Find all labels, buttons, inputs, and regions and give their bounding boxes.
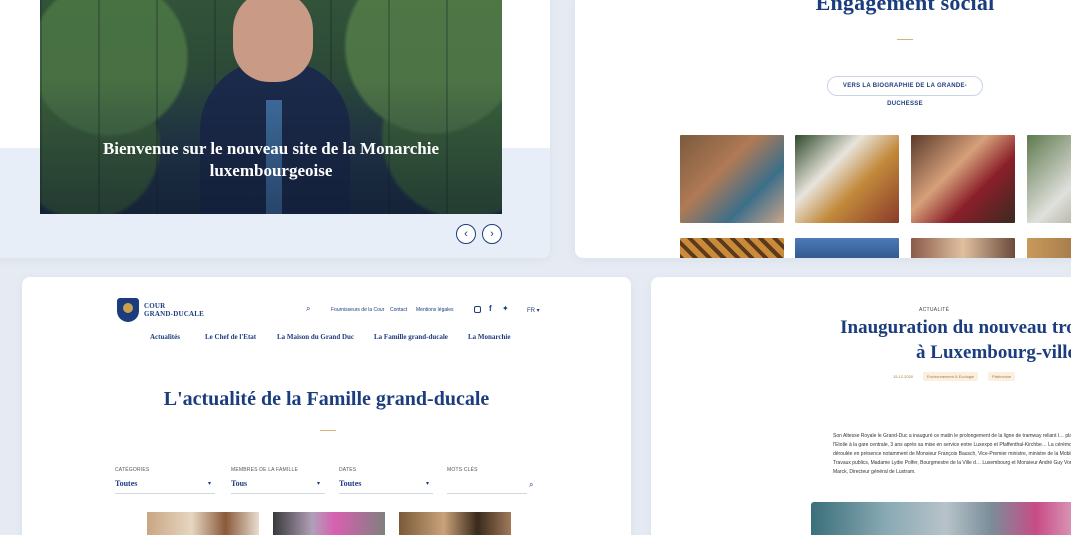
search-icon[interactable]: ⌕ <box>306 304 310 314</box>
nav-item-maison[interactable]: La Maison du Grand Duc <box>277 333 354 341</box>
chevron-down-icon[interactable]: ▾ <box>426 480 429 487</box>
nav-item-monarchie[interactable]: La Monarchie <box>468 333 510 341</box>
logo-line-1: COUR <box>144 302 166 310</box>
hero-card: Bienvenue sur le nouveau site de la Mona… <box>0 0 550 258</box>
chevron-down-icon[interactable]: ▾ <box>317 480 320 487</box>
filter-underline <box>115 493 215 494</box>
gallery-photo[interactable] <box>911 238 1015 258</box>
chevron-down-icon: ▾ <box>536 308 540 314</box>
filter-underline <box>231 493 325 494</box>
article-title-line-2: à Luxembourg-ville <box>916 342 1071 363</box>
instagram-icon[interactable] <box>474 306 481 313</box>
crest-logo-icon[interactable] <box>117 298 139 322</box>
title-divider <box>320 430 336 431</box>
article-card: ACTUALITÉ Inauguration du nouveau tronço… <box>651 277 1071 535</box>
chevron-down-icon[interactable]: ▾ <box>208 480 211 487</box>
article-image <box>811 502 1071 535</box>
filter-select-categories[interactable]: Toutes <box>115 479 137 488</box>
gallery-photo[interactable] <box>680 238 784 258</box>
nav-item-actualites[interactable]: Actualités <box>150 333 180 341</box>
language-label: FR <box>527 308 535 314</box>
gallery-photo[interactable] <box>795 135 899 223</box>
section-title: Engagement social <box>815 0 995 15</box>
article-title-line-1: Inauguration du nouveau tronçon du t <box>840 317 1071 338</box>
util-link-legal[interactable]: Mentions légales <box>416 307 454 313</box>
search-label: MOTS CLÉS <box>447 467 478 473</box>
page-title: L'actualité de la Famille grand-ducale <box>163 388 490 410</box>
facebook-icon[interactable]: f <box>489 304 492 313</box>
gallery-photo[interactable] <box>911 135 1015 223</box>
twitter-icon[interactable]: ✦ <box>502 304 509 313</box>
filter-underline <box>447 493 527 494</box>
article-date: 15.12.2020 <box>893 374 914 379</box>
gallery-photo[interactable] <box>680 135 784 223</box>
tag-environment[interactable]: Environnement & Ecologie <box>923 372 979 381</box>
util-link-suppliers[interactable]: Fournisseurs de la Cour <box>331 307 384 313</box>
news-thumbnail[interactable] <box>273 512 385 535</box>
filter-select-members[interactable]: Tous <box>231 479 247 488</box>
article-title: Inauguration du nouveau tronçon du t à L… <box>771 315 1071 365</box>
logo-line-2: GRAND-DUCALE <box>144 310 204 318</box>
tag-heritage[interactable]: Patrimoine <box>988 372 1016 381</box>
util-link-contact[interactable]: Contact <box>390 307 407 313</box>
article-body: Son Altesse Royale le Grand-Duc a inaugu… <box>833 433 1071 475</box>
news-card: COUR GRAND-DUCALE ⌕ Fournisseurs de la C… <box>22 277 631 535</box>
gallery-photo[interactable] <box>795 238 899 258</box>
filter-label-members: MEMBRES DE LA FAMILLE <box>231 467 298 473</box>
chevron-right-icon[interactable]: › <box>482 224 502 244</box>
news-thumbnail[interactable] <box>147 512 259 535</box>
keyword-search-input[interactable] <box>447 477 527 491</box>
language-selector[interactable]: FR ▾ <box>527 307 540 314</box>
gallery-photo[interactable] <box>1027 238 1071 258</box>
nav-item-famille[interactable]: La Famille grand-ducale <box>374 333 448 341</box>
logo-text[interactable]: COUR GRAND-DUCALE <box>144 302 204 318</box>
social-card: Engagement social VERS LA BIOGRAPHIE DE … <box>575 0 1071 258</box>
article-kicker: ACTUALITÉ <box>919 307 950 313</box>
biography-button[interactable]: VERS LA BIOGRAPHIE DE LA GRANDE-DUCHESSE <box>827 76 983 107</box>
filter-underline <box>339 493 433 494</box>
title-divider <box>897 39 913 40</box>
search-icon[interactable]: ⌕ <box>529 480 533 490</box>
hero-caption: Bienvenue sur le nouveau site de la Mona… <box>102 139 440 180</box>
filter-label-dates: DATES <box>339 467 357 473</box>
nav-item-chef-etat[interactable]: Le Chef de l'Etat <box>205 333 256 341</box>
gallery-photo[interactable] <box>1027 135 1071 223</box>
filter-label-categories: CATÉGORIES <box>115 467 150 473</box>
filter-select-dates[interactable]: Toutes <box>339 479 361 488</box>
chevron-left-icon[interactable]: ‹ <box>456 224 476 244</box>
news-thumbnail[interactable] <box>399 512 511 535</box>
